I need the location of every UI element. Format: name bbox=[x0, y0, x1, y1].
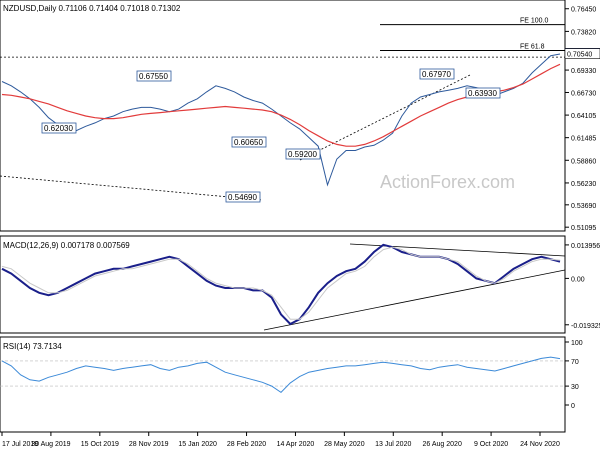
x-axis-tick-label: 9 Oct 2020 bbox=[474, 441, 508, 448]
rsi-y-axis-tick-label: 0 bbox=[571, 403, 575, 410]
price-tags: 0.713020.70540 bbox=[564, 48, 600, 59]
price-annotation-label: 0.67550 bbox=[139, 72, 168, 81]
watermark: ActionForex.com bbox=[380, 172, 515, 192]
rsi-y-axis-tick-label: 100 bbox=[571, 340, 583, 347]
chart-canvas: ActionForex.com NZDUSD,Daily 0.71106 0.7… bbox=[0, 0, 600, 450]
rsi-label: RSI(14) 73.7134 bbox=[3, 342, 62, 351]
price-y-axis-tick-label: 0.66730 bbox=[571, 90, 596, 97]
watermark-text: ActionForex.com bbox=[380, 172, 515, 192]
x-axis-tick-label: 15 Oct 2019 bbox=[81, 441, 119, 448]
price-annotation-label: 0.60650 bbox=[234, 138, 263, 147]
price-annotation-label: 0.67970 bbox=[422, 70, 451, 79]
price-y-axis-tick-label: 0.76450 bbox=[571, 7, 596, 14]
rsi-y-axis-tick-label: 70 bbox=[571, 359, 579, 366]
price-y-axis-tick-label: 0.53690 bbox=[571, 203, 596, 210]
symbol-header: NZDUSD,Daily 0.71106 0.71404 0.71018 0.7… bbox=[3, 4, 181, 13]
price-y-axis-tick-label: 0.51095 bbox=[571, 225, 596, 232]
x-axis-tick-label: 28 May 2020 bbox=[324, 441, 365, 448]
macd-label: MACD(12,26,9) 0.007178 0.007569 bbox=[3, 241, 130, 250]
price-y-axis-tick-label: 0.56230 bbox=[571, 181, 596, 188]
price-y-axis-tick-label: 0.64105 bbox=[571, 113, 596, 120]
price-y-axis-tick-label: 0.58860 bbox=[571, 158, 596, 165]
macd-y-axis-tick-label: 0.013956 bbox=[571, 243, 600, 250]
x-axis-tick-label: 14 Apr 2020 bbox=[277, 441, 315, 448]
price-y-axis-tick-label: 0.61485 bbox=[571, 136, 596, 143]
x-axis-tick-label: 28 Feb 2020 bbox=[227, 441, 266, 448]
x-axis-tick-label: 15 Jan 2020 bbox=[178, 441, 217, 448]
x-axis-tick-label: 28 Nov 2019 bbox=[129, 441, 169, 448]
fib-level-label: FE 61.8 bbox=[520, 44, 545, 51]
macd-y-axis-tick-label: -0.019325 bbox=[571, 323, 600, 330]
price-y-axis-tick-label: 0.73820 bbox=[571, 29, 596, 36]
rsi-y-axis-tick-label: 30 bbox=[571, 384, 579, 391]
price-annotation-label: 0.54690 bbox=[228, 193, 257, 202]
x-axis-tick-label: 26 Aug 2020 bbox=[423, 441, 462, 448]
price-annotation-label: 0.63930 bbox=[468, 89, 497, 98]
price-y-axis-tick-label: 0.69330 bbox=[571, 68, 596, 75]
fib-level-label: FE 100.0 bbox=[520, 18, 549, 25]
price-annotation-label: 0.59200 bbox=[288, 150, 317, 159]
macd-y-axis-tick-label: 0.00 bbox=[571, 276, 585, 283]
price-annotation-label: 0.62030 bbox=[44, 124, 73, 133]
x-axis-tick-label: 24 Nov 2020 bbox=[520, 441, 560, 448]
x-axis-tick-label: 30 Aug 2019 bbox=[31, 441, 70, 448]
secondary-price-tag-label: 0.70540 bbox=[567, 52, 592, 59]
x-axis-tick-label: 13 Jul 2020 bbox=[375, 441, 411, 448]
